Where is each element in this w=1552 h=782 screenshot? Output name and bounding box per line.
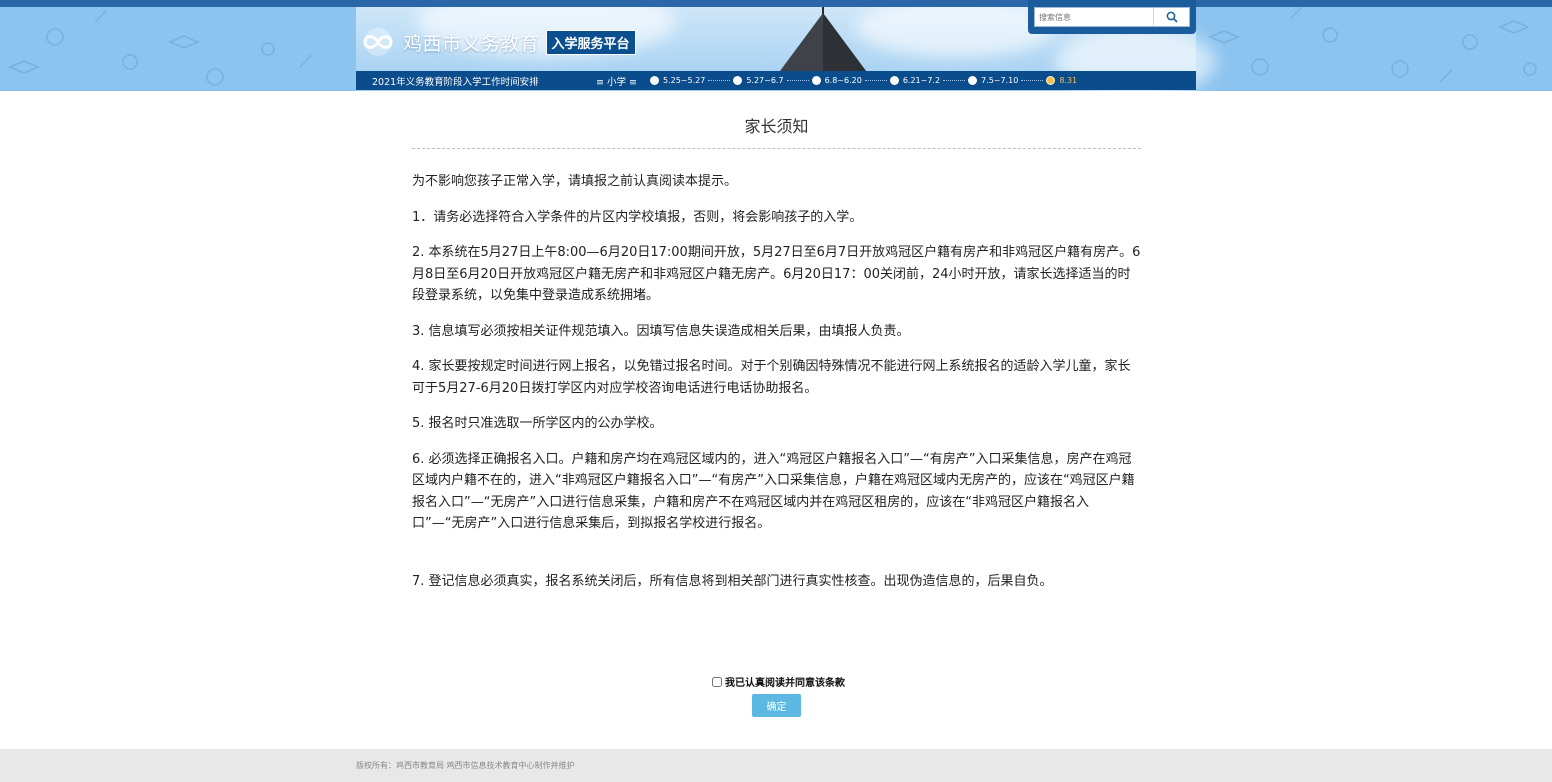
- notice-intro: 为不影响您孩子正常入学，请填报之前认真阅读本提示。: [412, 174, 738, 189]
- timeline-step: 6.8~6.20: [811, 76, 862, 85]
- timeline-steps: 5.25~5.27 5.27~6.7 6.8~6.20 6.21~7.2 7.5…: [650, 76, 1077, 85]
- notice-item: 6. 必须选择正确报名入口。户籍和房产均在鸡冠区域内的，进入“鸡冠区户籍报名入口…: [412, 451, 1135, 532]
- step-connector: [864, 80, 887, 81]
- search-box: [1034, 7, 1190, 27]
- notice-item: 3. 信息填写必须按相关证件规范填入。因填写信息失误造成相关后果，由填报人负责。: [412, 323, 910, 339]
- footer-copyright: 版权所有：鸡西市教育局 鸡西市信息技术教育中心制作并维护: [356, 761, 575, 770]
- step-dot-active-icon: [1046, 76, 1056, 85]
- timeline-step: 7.5~7.10: [968, 76, 1018, 85]
- agreement-label: 我已认真阅读并同意该条款: [725, 678, 845, 689]
- timeline-step-active: 8.31: [1046, 76, 1077, 85]
- confirm-button[interactable]: 确定: [752, 694, 801, 717]
- step-connector: [786, 80, 809, 81]
- timeline-title: 2021年义务教育阶段入学工作时间安排: [372, 76, 539, 88]
- agreement-checkbox[interactable]: [712, 676, 722, 687]
- tent-spire-image: [780, 7, 866, 71]
- search-input[interactable]: [1035, 8, 1154, 26]
- search-icon: [1166, 11, 1178, 23]
- notice-item: 5. 报名时只准选取一所学区内的公办学校。: [412, 416, 663, 431]
- notice-item: 4. 家长要按规定时间进行网上报名，以免错过报名时间。对于个别确因特殊情况不能进…: [412, 359, 1131, 396]
- top-strip: [0, 0, 1552, 7]
- search-panel: [1028, 0, 1196, 34]
- search-button[interactable]: [1153, 8, 1189, 26]
- infinity-logo-icon: [363, 28, 393, 56]
- agreement-row[interactable]: 我已认真阅读并同意该条款: [712, 674, 845, 689]
- site-name: 鸡西市义务教育: [403, 32, 540, 55]
- notice-item: 2. 本系统在5月27日上午8:00—6月20日17:00期间开放，5月27日至…: [412, 245, 1141, 303]
- timeline-step: 6.21~7.2: [889, 76, 940, 85]
- step-connector: [943, 80, 966, 81]
- timeline-step: 5.25~5.27: [650, 76, 705, 85]
- step-dot-icon: [889, 76, 899, 85]
- step-connector: [1021, 80, 1044, 81]
- platform-badge: 入学服务平台: [545, 29, 636, 55]
- notice-item: 1．请务必选择符合入学条件的片区内学校填报，否则，将会影响孩子的入学。: [412, 209, 863, 225]
- schedule-timeline: 2021年义务教育阶段入学工作时间安排 ≡ 小学 ≡ 5.25~5.27 5.2…: [356, 71, 1196, 90]
- step-dot-icon: [650, 76, 659, 85]
- notice-item: 7. 登记信息必须真实，报名系统关闭后，所有信息将到相关部门进行真实性核查。出现…: [412, 573, 1053, 589]
- notice-content: 为不影响您孩子正常入学，请填报之前认真阅读本提示。 1．请务必选择符合入学条件的…: [412, 149, 1141, 592]
- site-logo[interactable]: 鸡西市义务教育 入学服务平台: [357, 27, 636, 57]
- step-dot-icon: [733, 76, 743, 85]
- school-level-tab[interactable]: ≡ 小学 ≡: [596, 74, 650, 88]
- timeline-step: 5.27~6.7: [733, 76, 784, 85]
- notice-panel: 家长须知 为不影响您孩子正常入学，请填报之前认真阅读本提示。 1．请务必选择符合…: [412, 91, 1141, 606]
- step-dot-icon: [968, 76, 978, 85]
- site-footer: 版权所有：鸡西市教育局 鸡西市信息技术教育中心制作并维护: [0, 749, 1552, 782]
- page-title: 家长须知: [412, 91, 1141, 149]
- step-dot-icon: [811, 76, 821, 85]
- step-connector: [708, 80, 731, 81]
